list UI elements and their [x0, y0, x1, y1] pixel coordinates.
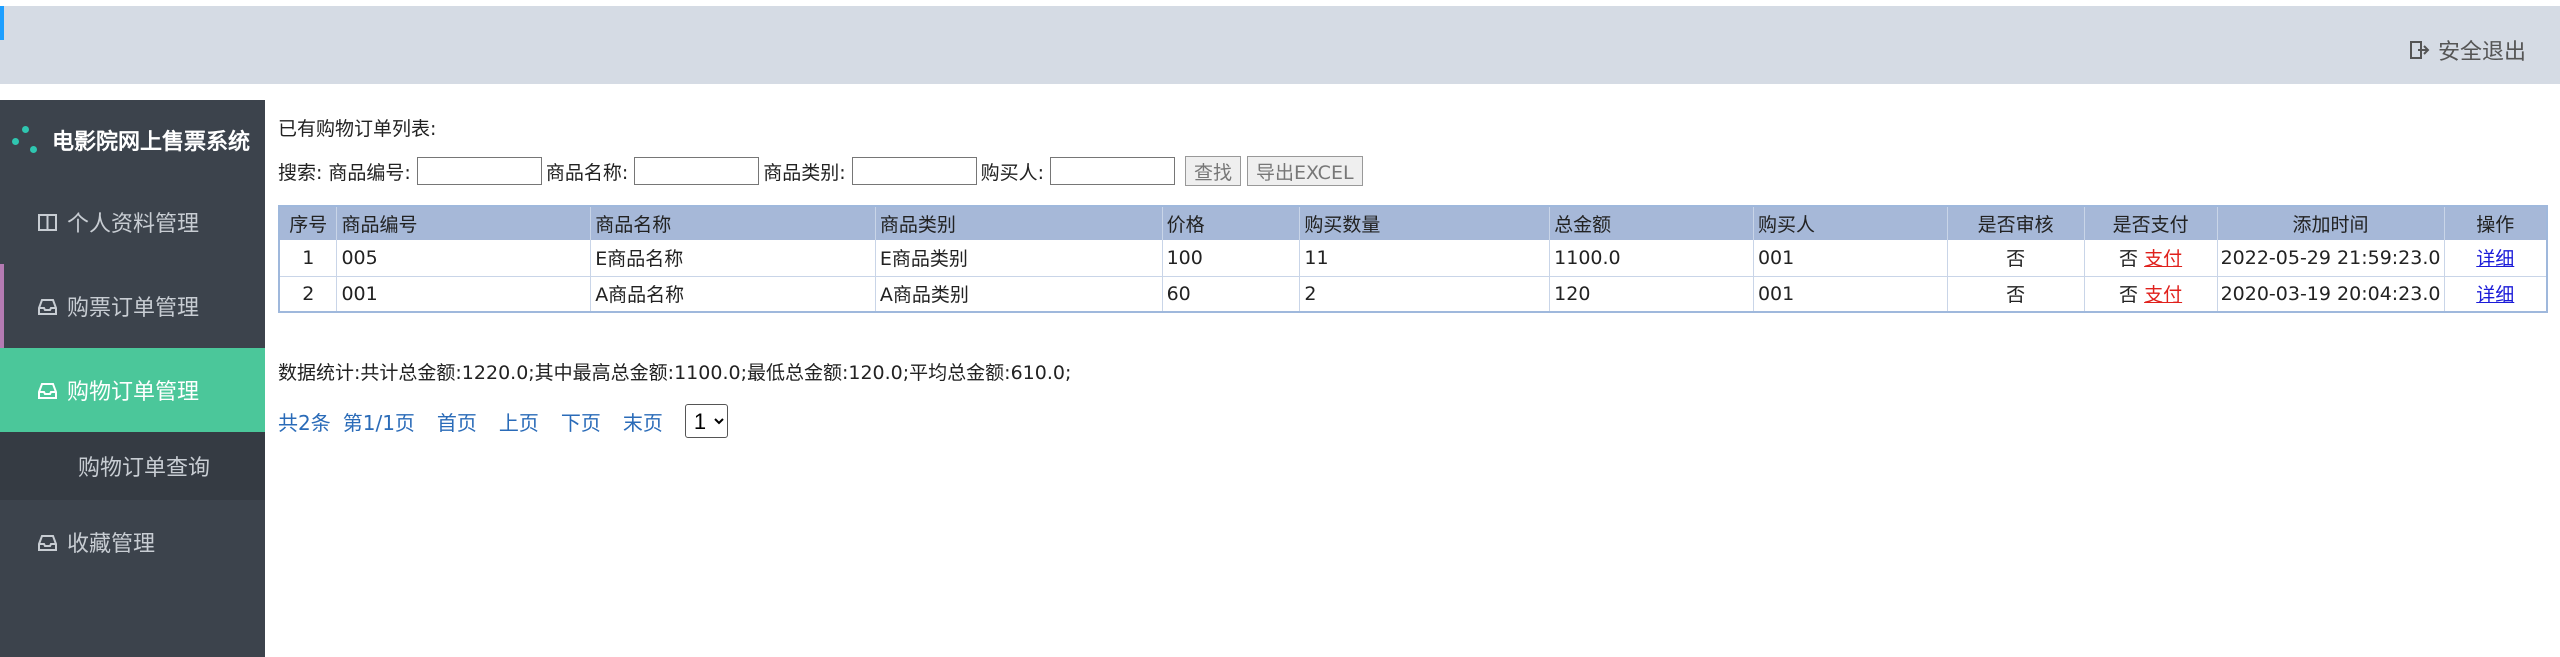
cell-paid: 否 支付 [2084, 276, 2218, 313]
sidebar-item-profile[interactable]: 个人资料管理 [0, 180, 265, 264]
pagination: 共2条 第1/1页 首页 上页 下页 末页 1 [278, 404, 728, 438]
table-row: 2 001 A商品名称 A商品类别 60 2 120 001 否 否 支付 20… [279, 276, 2548, 313]
column-header: 购买数量 [1299, 206, 1551, 240]
inbox-icon [38, 534, 57, 551]
logout-button[interactable]: 安全退出 [2409, 34, 2526, 66]
cell-qty: 11 [1299, 240, 1551, 277]
search-prefix: 搜索: [278, 161, 323, 184]
cell-code: 001 [336, 276, 592, 313]
category-input[interactable] [851, 157, 977, 185]
column-header: 总金额 [1549, 206, 1754, 240]
sidebar-item-label: 个人资料管理 [67, 212, 200, 237]
column-header: 添加时间 [2217, 206, 2445, 240]
orders-table: 序号 商品编号 商品名称 商品类别 价格 购买数量 总金额 购买人 是否审核 是… [278, 205, 2548, 313]
brand: 电影院网上售票系统 [0, 100, 265, 180]
sign-out-icon [2409, 41, 2430, 59]
page-select[interactable]: 1 [684, 404, 728, 438]
top-bar: 安全退出 [0, 0, 2560, 84]
column-header: 是否支付 [2084, 206, 2218, 240]
cell-buyer: 001 [1753, 240, 1948, 277]
inbox-icon [38, 298, 57, 315]
next-page-link[interactable]: 下页 [561, 407, 601, 436]
sidebar-item-label: 购物订单查询 [78, 456, 211, 481]
cell-audited: 否 [1947, 276, 2085, 313]
find-button[interactable]: 查找 [1185, 156, 1242, 186]
sidebar-item-favorites[interactable]: 收藏管理 [0, 500, 265, 584]
cell-total: 1100.0 [1549, 240, 1754, 277]
total-count: 共2条 [278, 410, 331, 435]
cell-name: E商品名称 [590, 240, 876, 277]
cell-no: 1 [279, 240, 338, 277]
code-label: 商品编号: [328, 161, 411, 184]
detail-link[interactable]: 详细 [2476, 284, 2514, 306]
search-bar: 搜索: 商品编号: 商品名称: 商品类别: 购买人: 查找 导出EXCEL [278, 156, 1363, 186]
cell-price: 60 [1162, 276, 1301, 313]
buyer-input[interactable] [1050, 157, 1176, 185]
sidebar-item-label: 购票订单管理 [67, 296, 200, 321]
sidebar-item-ticket-orders[interactable]: 购票订单管理 [0, 264, 265, 348]
prev-page-link[interactable]: 上页 [499, 407, 539, 436]
column-header: 商品类别 [875, 206, 1163, 240]
brand-logo-icon [10, 124, 42, 156]
table-row: 1 005 E商品名称 E商品类别 100 11 1100.0 001 否 否 … [279, 240, 2548, 277]
paid-status: 否 [2119, 248, 2139, 271]
export-excel-button[interactable]: 导出EXCEL [1247, 156, 1363, 186]
column-header: 是否审核 [1947, 206, 2085, 240]
cell-audited: 否 [1947, 240, 2085, 277]
table-header-row: 序号 商品编号 商品名称 商品类别 价格 购买数量 总金额 购买人 是否审核 是… [279, 206, 2548, 240]
column-header: 商品名称 [590, 206, 876, 240]
brand-title: 电影院网上售票系统 [52, 130, 251, 155]
sidebar-item-label: 购物订单管理 [67, 380, 200, 405]
cell-paid: 否 支付 [2084, 240, 2218, 277]
cell-code: 005 [336, 240, 592, 277]
cell-price: 100 [1162, 240, 1301, 277]
pagination-info: 共2条 第1/1页 [278, 407, 415, 436]
cell-total: 120 [1549, 276, 1754, 313]
pay-link[interactable]: 支付 [2144, 248, 2182, 270]
sidebar-item-shopping-orders[interactable]: 购物订单管理 [0, 348, 265, 432]
category-label: 商品类别: [763, 161, 846, 184]
last-page-link[interactable]: 末页 [623, 407, 663, 436]
top-accent-bar [0, 6, 4, 40]
paid-status: 否 [2119, 284, 2139, 307]
code-input[interactable] [416, 157, 542, 185]
first-page-link[interactable]: 首页 [437, 407, 477, 436]
buyer-label: 购买人: [980, 161, 1045, 184]
page-indicator: 第1/1页 [342, 410, 415, 435]
logout-label: 安全退出 [2437, 40, 2526, 65]
cell-action: 详细 [2444, 276, 2548, 313]
cell-buyer: 001 [1753, 276, 1948, 313]
sidebar-item-label: 收藏管理 [67, 532, 156, 557]
cell-time: 2020-03-19 20:04:23.0 [2217, 276, 2445, 313]
list-title: 已有购物订单列表: [278, 118, 437, 140]
column-header: 购买人 [1753, 206, 1948, 240]
cell-time: 2022-05-29 21:59:23.0 [2217, 240, 2445, 277]
name-label: 商品名称: [545, 161, 629, 184]
cell-qty: 2 [1299, 276, 1551, 313]
cell-category: E商品类别 [875, 240, 1163, 277]
detail-link[interactable]: 详细 [2476, 248, 2514, 270]
cell-name: A商品名称 [590, 276, 876, 313]
cell-no: 2 [279, 276, 338, 313]
name-input[interactable] [634, 157, 760, 185]
cell-category: A商品类别 [875, 276, 1163, 313]
columns-icon [38, 213, 57, 231]
column-header: 序号 [279, 206, 338, 240]
sidebar-subitem-order-query[interactable]: 购物订单查询 [0, 432, 265, 500]
cell-action: 详细 [2444, 240, 2548, 277]
inbox-icon [38, 382, 57, 399]
column-header: 价格 [1162, 206, 1301, 240]
data-statistics: 数据统计:共计总金额:1220.0;其中最高总金额:1100.0;最低总金额:1… [278, 362, 1072, 384]
column-header: 商品编号 [336, 206, 592, 240]
column-header: 操作 [2444, 206, 2548, 240]
sidebar: 电影院网上售票系统 个人资料管理 购票订单管理 购物订单管理 购物订单查询 收藏… [0, 100, 265, 657]
pay-link[interactable]: 支付 [2144, 284, 2182, 306]
